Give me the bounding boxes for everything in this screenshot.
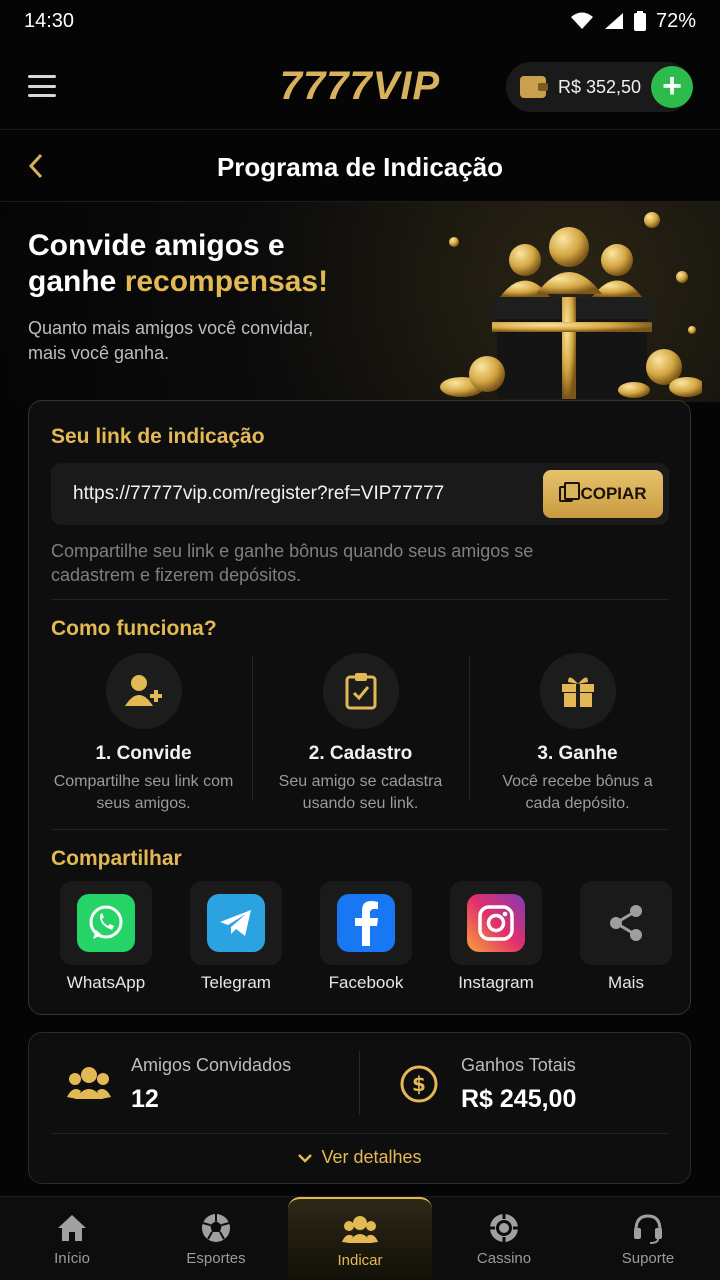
nav-label: Suporte <box>621 1250 675 1267</box>
soccer-ball-icon <box>202 1214 230 1242</box>
copy-button[interactable]: COPIAR <box>543 470 663 518</box>
dollar-coin-icon: $ <box>400 1065 438 1103</box>
home-icon <box>58 1215 86 1241</box>
hero-title: Convide amigos e ganhe recompensas! <box>28 228 328 300</box>
divider <box>51 1133 669 1134</box>
signal-icon <box>604 13 623 29</box>
app-header: 7777VIP R$ 352,50 + <box>0 42 720 130</box>
share-label: Instagram <box>458 973 534 992</box>
share-instagram[interactable]: Instagram <box>441 881 551 993</box>
add-user-icon <box>124 675 162 706</box>
copy-icon <box>559 482 581 502</box>
nav-home[interactable]: Início <box>0 1197 144 1280</box>
step-earn: 3. Ganhe Você recebe bônus a cada depósi… <box>469 647 686 812</box>
share-label: WhatsApp <box>66 973 146 992</box>
status-bar: 14:30 72% <box>0 0 720 42</box>
share-label: Mais <box>608 973 644 992</box>
step-icon-circle <box>322 653 399 729</box>
share-label: Facebook <box>328 973 404 992</box>
how-it-works-steps: 1. Convide Compartilhe seu link com seus… <box>35 647 686 812</box>
referral-link-text[interactable]: https://77777vip.com/register?ref=VIP777… <box>73 483 444 505</box>
referral-card: Seu link de indicação https://77777vip.c… <box>28 400 691 1015</box>
friends-invited-label: Amigos Convidados <box>131 1055 292 1075</box>
chevron-down-icon <box>298 1154 313 1163</box>
nav-refer[interactable]: Indicar <box>288 1197 432 1280</box>
svg-text:$: $ <box>412 1072 426 1096</box>
battery-level: 72% <box>655 9 696 32</box>
hero-subtitle: Quanto mais amigos você convidar, mais v… <box>28 318 314 363</box>
deposit-button[interactable]: + <box>651 66 693 108</box>
wallet-icon <box>520 76 548 98</box>
telegram-icon <box>207 894 265 952</box>
status-icons: 72% <box>570 10 696 33</box>
step-title: 2. Cadastro <box>308 743 413 764</box>
share-facebook[interactable]: Facebook <box>311 881 421 993</box>
step-description: Compartilhe seu link com seus amigos. <box>53 773 234 812</box>
view-details-button[interactable]: Ver detalhes <box>29 1147 690 1168</box>
whatsapp-icon <box>77 894 135 952</box>
nav-label: Início <box>54 1250 90 1267</box>
step-description: Seu amigo se cadastra usando seu link. <box>278 773 443 812</box>
how-it-works-title: Como funciona? <box>51 617 217 640</box>
divider <box>51 829 669 830</box>
divider <box>359 1051 360 1115</box>
total-earnings-label: Ganhos Totais <box>461 1055 576 1075</box>
nav-label: Indicar <box>337 1252 383 1269</box>
battery-icon <box>633 11 646 31</box>
nav-support[interactable]: Suporte <box>576 1197 720 1280</box>
nav-label: Esportes <box>186 1250 246 1267</box>
share-icon <box>610 905 642 941</box>
status-time: 14:30 <box>24 9 75 32</box>
hero-title-line1: Convide amigos e <box>28 229 285 262</box>
hero-banner: Convide amigos e ganhe recompensas! Quan… <box>0 202 720 402</box>
nav-label: Cassino <box>476 1250 532 1267</box>
instagram-icon <box>467 894 525 952</box>
step-description: Você recebe bônus a cada depósito. <box>502 773 653 812</box>
referral-link-title: Seu link de indicação <box>51 425 265 448</box>
step-icon-circle <box>539 653 616 729</box>
stats-card: Amigos Convidados 12 $ Ganhos Totais R$ … <box>28 1032 691 1184</box>
bottom-navigation: Início Esportes Indicar Cassino Suporte <box>0 1196 720 1280</box>
step-signup: 2. Cadastro Seu amigo se cadastra usando… <box>252 647 469 812</box>
facebook-icon <box>337 894 395 952</box>
divider <box>51 599 669 600</box>
friends-invited-value: 12 <box>131 1085 159 1113</box>
share-label: Telegram <box>201 973 271 992</box>
share-telegram[interactable]: Telegram <box>181 881 291 993</box>
share-more[interactable]: Mais <box>571 881 681 993</box>
balance-pill[interactable]: R$ 352,50 + <box>506 62 693 112</box>
clipboard-check-icon <box>345 673 376 710</box>
step-title: 1. Convide <box>95 743 192 764</box>
gift-people-illustration <box>440 212 702 399</box>
wifi-icon <box>570 12 593 29</box>
share-options: WhatsApp Telegram Facebook Instagram Mai… <box>51 881 681 993</box>
referral-help-text: Compartilhe seu link e ganhe bônus quand… <box>51 541 534 585</box>
referral-link-box: https://77777vip.com/register?ref=VIP777… <box>51 463 669 525</box>
copy-label: COPIAR <box>580 484 647 503</box>
hero-title-line2: ganhe recompensas! <box>28 265 329 298</box>
hero-title-highlight: recompensas! <box>124 265 329 298</box>
view-details-label: Ver detalhes <box>321 1147 422 1167</box>
users-icon <box>342 1216 378 1243</box>
users-icon <box>67 1067 111 1099</box>
share-whatsapp[interactable]: WhatsApp <box>51 881 161 993</box>
step-invite: 1. Convide Compartilhe seu link com seus… <box>35 647 252 812</box>
balance-amount: R$ 352,50 <box>558 76 642 97</box>
step-icon-circle <box>105 653 182 729</box>
page-title: Programa de Indicação <box>216 152 504 182</box>
nav-casino[interactable]: Cassino <box>432 1197 576 1280</box>
nav-sports[interactable]: Esportes <box>144 1197 288 1280</box>
total-earnings-value: R$ 245,00 <box>461 1085 577 1113</box>
gift-icon <box>561 677 594 707</box>
casino-chip-icon <box>490 1214 518 1242</box>
page-header: Programa de Indicação <box>0 130 720 202</box>
headset-icon <box>634 1214 662 1244</box>
step-title: 3. Ganhe <box>537 743 618 764</box>
share-title: Compartilhar <box>51 847 182 870</box>
